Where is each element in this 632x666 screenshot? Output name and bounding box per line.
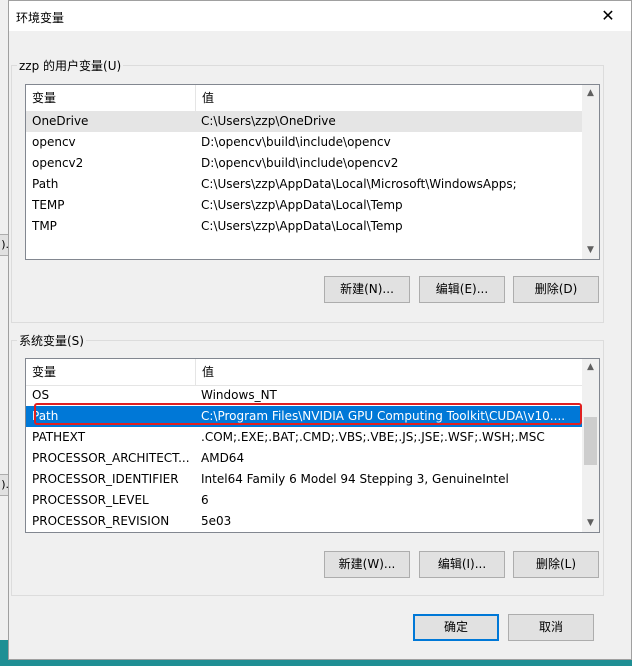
list-row[interactable]: PROCESSOR_ARCHITECT... AMD64 xyxy=(26,448,582,469)
header-variable[interactable]: 变量 xyxy=(26,359,195,385)
system-edit-button[interactable]: 编辑(I)... xyxy=(419,551,505,578)
list-row[interactable]: OneDrive C:\Users\zzp\OneDrive xyxy=(26,111,582,132)
system-variables-group-label: 系统变量(S) xyxy=(19,334,84,348)
header-variable[interactable]: 变量 xyxy=(26,85,195,111)
user-variables-rows: OneDrive C:\Users\zzp\OneDrive opencv D:\op… xyxy=(26,111,582,237)
list-row[interactable]: opencv2 D:\opencv\build\include\opencv2 xyxy=(26,153,582,174)
ok-button[interactable]: 确定 xyxy=(413,614,499,641)
variable-value: 6 xyxy=(201,493,209,507)
variable-name: PROCESSOR_REVISION xyxy=(32,514,170,528)
header-value[interactable]: 值 xyxy=(196,85,582,111)
variable-name: OneDrive xyxy=(32,114,89,128)
list-row[interactable]: PROCESSOR_LEVEL 6 xyxy=(26,490,582,511)
variable-value: AMD64 xyxy=(201,451,245,465)
variable-value: D:\opencv\build\include\opencv xyxy=(201,135,391,149)
system-variables-list[interactable]: 变量 值 OS Windows_NT Path C:\Program Files\NV… xyxy=(25,358,600,533)
list-row[interactable]: OS Windows_NT xyxy=(26,385,582,406)
title-bar: 环境变量 ✕ xyxy=(9,1,631,31)
list-row[interactable]: TEMP C:\Users\zzp\AppData\Local\Temp xyxy=(26,195,582,216)
list-row[interactable]: TMP C:\Users\zzp\AppData\Local\Temp xyxy=(26,216,582,237)
variable-name: TEMP xyxy=(32,198,65,212)
variable-value: 5e03 xyxy=(201,514,232,528)
user-variables-group-label: zzp 的用户变量(U) xyxy=(19,59,122,73)
variable-name: TMP xyxy=(32,219,57,233)
variable-name: PROCESSOR_ARCHITECT... xyxy=(32,451,190,465)
list-row[interactable]: Path C:\Program Files\NVIDIA GPU Computin… xyxy=(26,406,582,427)
list-header: 变量 值 xyxy=(26,359,582,386)
system-new-button[interactable]: 新建(W)... xyxy=(324,551,410,578)
variable-value: C:\Users\zzp\AppData\Local\Temp xyxy=(201,198,403,212)
cancel-button[interactable]: 取消 xyxy=(508,614,594,641)
variable-value: .COM;.EXE;.BAT;.CMD;.VBS;.VBE;.JS;.JSE;.… xyxy=(201,430,545,444)
list-row[interactable]: opencv D:\opencv\build\include\opencv xyxy=(26,132,582,153)
variable-value: D:\opencv\build\include\opencv2 xyxy=(201,156,399,170)
close-icon[interactable]: ✕ xyxy=(585,1,631,31)
variable-name: opencv xyxy=(32,135,76,149)
scroll-down-arrow-icon[interactable]: ▼ xyxy=(582,515,599,532)
scrollbar-thumb[interactable] xyxy=(584,416,597,465)
system-list-scrollbar[interactable]: ▲ ▼ xyxy=(582,359,599,532)
variable-name: Path xyxy=(32,409,59,423)
variable-value: Intel64 Family 6 Model 94 Stepping 3, Ge… xyxy=(201,472,509,486)
variable-value: C:\Users\zzp\AppData\Local\Temp xyxy=(201,219,403,233)
user-list-scrollbar[interactable]: ▲ ▼ xyxy=(582,85,599,259)
variable-name: Path xyxy=(32,177,59,191)
list-header: 变量 值 xyxy=(26,85,582,112)
system-variables-rows: OS Windows_NT Path C:\Program Files\NVIDIA … xyxy=(26,385,582,532)
scroll-down-arrow-icon[interactable]: ▼ xyxy=(582,242,599,259)
header-value[interactable]: 值 xyxy=(196,359,582,385)
variable-name: PROCESSOR_IDENTIFIER xyxy=(32,472,179,486)
variable-value: C:\Users\zzp\AppData\Local\Microsoft\Win… xyxy=(201,177,517,191)
user-variables-list[interactable]: 变量 值 OneDrive C:\Users\zzp\OneDrive opencv… xyxy=(25,84,600,260)
system-delete-button[interactable]: 删除(L) xyxy=(513,551,599,578)
variable-value: C:\Users\zzp\OneDrive xyxy=(201,114,336,128)
scroll-up-arrow-icon[interactable]: ▲ xyxy=(582,85,599,102)
list-row[interactable]: PROCESSOR_IDENTIFIER Intel64 Family 6 Mod… xyxy=(26,469,582,490)
dialog-title: 环境变量 xyxy=(16,11,65,25)
variable-value: Windows_NT xyxy=(201,388,277,402)
user-new-button[interactable]: 新建(N)... xyxy=(324,276,410,303)
variable-name: OS xyxy=(32,388,50,402)
user-edit-button[interactable]: 编辑(E)... xyxy=(419,276,505,303)
list-row[interactable]: PATHEXT .COM;.EXE;.BAT;.CMD;.VBS;.VBE;.JS… xyxy=(26,427,582,448)
variable-name: PROCESSOR_LEVEL xyxy=(32,493,149,507)
scroll-up-arrow-icon[interactable]: ▲ xyxy=(582,359,599,376)
variable-name: PATHEXT xyxy=(32,430,86,444)
user-delete-button[interactable]: 删除(D) xyxy=(513,276,599,303)
list-row[interactable]: Path C:\Users\zzp\AppData\Local\Microsoft… xyxy=(26,174,582,195)
list-row[interactable]: PROCESSOR_REVISION 5e03 xyxy=(26,511,582,532)
variable-value: C:\Program Files\NVIDIA GPU Computing To… xyxy=(201,409,566,423)
variable-name: opencv2 xyxy=(32,156,84,170)
